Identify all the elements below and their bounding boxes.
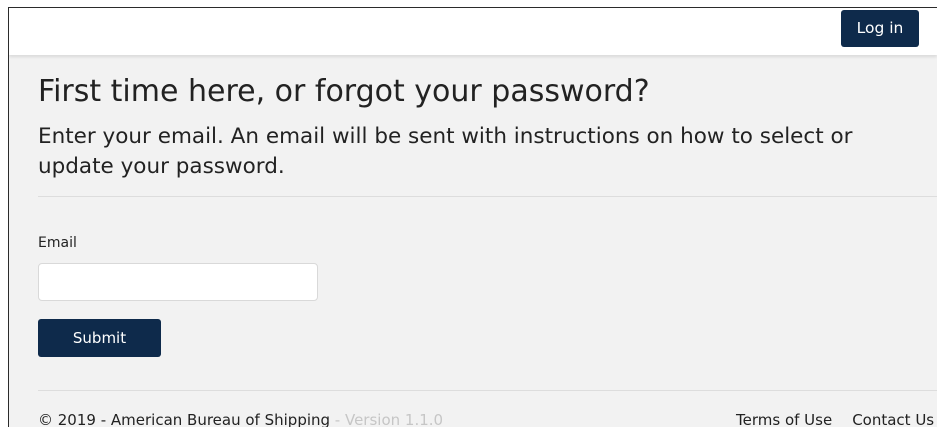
version-separator: - (330, 411, 345, 427)
login-button[interactable]: Log in (841, 10, 919, 47)
terms-of-use-link[interactable]: Terms of Use (736, 411, 832, 427)
page-title: First time here, or forgot your password… (38, 74, 650, 109)
copyright-text: © 2019 - American Bureau of Shipping (38, 411, 331, 427)
submit-button[interactable]: Submit (38, 319, 161, 357)
footer-links: Terms of Use Contact Us (736, 409, 937, 427)
contact-us-link[interactable]: Contact Us (852, 411, 934, 427)
top-navigation-bar: Log in (9, 8, 937, 55)
section-divider (38, 196, 937, 197)
version-text: Version 1.1.0 (344, 411, 444, 427)
footer-copyright: © 2019 - American Bureau of Shipping - V… (38, 409, 443, 427)
browser-viewport: Log in First time here, or forgot your p… (8, 7, 937, 427)
email-field[interactable] (38, 263, 318, 301)
page-description: Enter your email. An email will be sent … (38, 124, 853, 179)
email-label: Email (38, 235, 77, 251)
footer-divider (38, 390, 937, 391)
